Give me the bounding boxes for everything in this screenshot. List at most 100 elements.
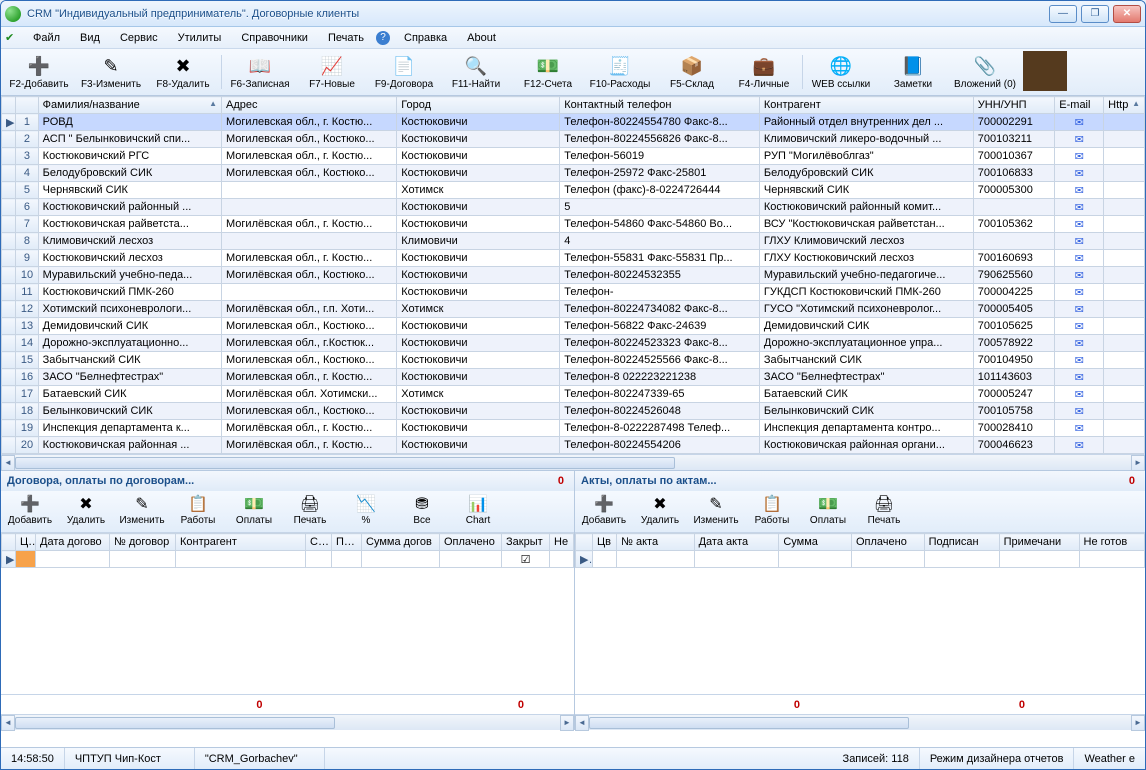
email-icon[interactable]: ✉ [1055, 386, 1104, 403]
panel-col[interactable]: Цв [592, 534, 616, 551]
toolbar-вложений (0)[interactable]: 📎Вложений (0) [949, 51, 1021, 93]
email-icon[interactable]: ✉ [1055, 165, 1104, 182]
panel-btn-Добавить[interactable]: ➕Добавить [2, 492, 58, 531]
grid-row[interactable]: 14Дорожно-эксплуатационно...Могилевская … [2, 335, 1145, 352]
grid-row[interactable]: 13Демидовичский СИКМогилевская обл., Кос… [2, 318, 1145, 335]
col-header[interactable]: Город [397, 97, 560, 114]
panel-col[interactable]: С... [306, 534, 332, 551]
toolbar-f9-договора[interactable]: 📄F9-Договора [368, 51, 440, 93]
panel-col[interactable]: Оплачено [851, 534, 924, 551]
panel-col[interactable]: № акта [617, 534, 694, 551]
email-icon[interactable]: ✉ [1055, 131, 1104, 148]
contracts-hscroll[interactable]: ◄► [1, 714, 574, 730]
menu-help[interactable]: Справка [396, 30, 455, 46]
grid-row[interactable]: 18Белынковичский СИКМогилевская обл., Ко… [2, 403, 1145, 420]
grid-row[interactable]: 5Чернявский СИКХотимскТелефон (факс)-8-0… [2, 182, 1145, 199]
grid-row[interactable]: 11Костюковичский ПМК-260КостюковичиТелеф… [2, 284, 1145, 301]
email-icon[interactable]: ✉ [1055, 114, 1104, 131]
close-button[interactable]: ✕ [1113, 5, 1141, 23]
col-header[interactable]: Контактный телефон [560, 97, 760, 114]
col-header[interactable]: УНН/УНП [973, 97, 1054, 114]
toolbar-f2-добавить[interactable]: ➕F2-Добавить [3, 51, 75, 93]
panel-btn-Печать[interactable]: 🖨Печать [856, 492, 912, 531]
email-icon[interactable]: ✉ [1055, 437, 1104, 454]
panel-col[interactable]: Не [550, 534, 574, 551]
contracts-grid[interactable]: ЦвДата догово№ договорКонтрагентС...По..… [1, 533, 574, 694]
grid-row[interactable]: 3Костюковичский РГСМогилевская обл., г. … [2, 148, 1145, 165]
grid-row[interactable]: ▶1РОВДМогилевская обл., г. Костю...Костю… [2, 114, 1145, 131]
scroll-right-icon[interactable]: ► [1131, 455, 1145, 471]
panel-col[interactable] [2, 534, 16, 551]
toolbar-f3-изменить[interactable]: ✎F3-Изменить [75, 51, 147, 93]
grid-row[interactable]: 10Муравильский учебно-педа...Могилёвская… [2, 267, 1145, 284]
panel-col[interactable]: Сумма [779, 534, 852, 551]
email-icon[interactable]: ✉ [1055, 369, 1104, 386]
col-header[interactable] [16, 97, 38, 114]
panel-btn-Удалить[interactable]: ✖Удалить [632, 492, 688, 531]
scroll-left-icon[interactable]: ◄ [1, 455, 15, 471]
panel-btn-Изменить[interactable]: ✎Изменить [114, 492, 170, 531]
email-icon[interactable]: ✉ [1055, 267, 1104, 284]
email-icon[interactable]: ✉ [1055, 148, 1104, 165]
panel-btn-Оплаты[interactable]: 💵Оплаты [226, 492, 282, 531]
panel-col[interactable]: Подписан [924, 534, 999, 551]
menu-service[interactable]: Сервис [112, 30, 166, 46]
toolbar-f11-найти[interactable]: 🔍F11-Найти [440, 51, 512, 93]
panel-btn-Оплаты[interactable]: 💵Оплаты [800, 492, 856, 531]
toolbar-web ссылки[interactable]: 🌐WEB ссылки [805, 51, 877, 93]
panel-btn-Работы[interactable]: 📋Работы [170, 492, 226, 531]
toolbar-f7-новые[interactable]: 📈F7-Новые [296, 51, 368, 93]
grid-row[interactable]: 17Батаевский СИКМогилёвская обл. Хотимск… [2, 386, 1145, 403]
toolbar-заметки[interactable]: 📘Заметки [877, 51, 949, 93]
col-header[interactable] [2, 97, 16, 114]
grid-row[interactable]: 6Костюковичский районный ...Костюковичи5… [2, 199, 1145, 216]
email-icon[interactable]: ✉ [1055, 420, 1104, 437]
maximize-button[interactable]: ❐ [1081, 5, 1109, 23]
email-icon[interactable]: ✉ [1055, 335, 1104, 352]
toolbar-f12-счета[interactable]: 💵F12-Счета [512, 51, 584, 93]
panel-col[interactable] [576, 534, 593, 551]
grid-row[interactable]: 2АСП " Белынковичский спи...Могилевская … [2, 131, 1145, 148]
grid-hscroll[interactable]: ◄ ► [1, 454, 1145, 470]
toolbar-f6-записная[interactable]: 📖F6-Записная [224, 51, 296, 93]
grid-row[interactable]: 9Костюковичский лесхозМогилевская обл., … [2, 250, 1145, 267]
grid-row[interactable]: 4Белодубровский СИКМогилевская обл., Кос… [2, 165, 1145, 182]
grid-row[interactable]: 8Климовичский лесхозКлимовичи4ГЛХУ Климо… [2, 233, 1145, 250]
grid-row[interactable]: 12Хотимский психоневрологи...Могилёвская… [2, 301, 1145, 318]
acts-grid[interactable]: Цв№ актаДата актаСуммаОплаченоПодписанПр… [575, 533, 1145, 694]
toolbar-f5-склад[interactable]: 📦F5-Склад [656, 51, 728, 93]
closed-checkbox[interactable]: ☑ [502, 551, 550, 568]
menu-print[interactable]: Печать [320, 30, 372, 46]
email-icon[interactable]: ✉ [1055, 216, 1104, 233]
col-header[interactable]: Контрагент [759, 97, 973, 114]
col-header[interactable]: Фамилия/название▲ [38, 97, 221, 114]
panel-btn-Chart[interactable]: 📊Chart [450, 492, 506, 531]
panel-col[interactable]: Закрыт [502, 534, 550, 551]
save-icon[interactable]: ✔ [5, 31, 19, 45]
panel-btn-Работы[interactable]: 📋Работы [744, 492, 800, 531]
grid-row[interactable]: 20Костюковичская районная ...Могилёвская… [2, 437, 1145, 454]
toolbar-f4-личные[interactable]: 💼F4-Личные [728, 51, 800, 93]
toolbar-f10-расходы[interactable]: 🧾F10-Расходы [584, 51, 656, 93]
minimize-button[interactable]: — [1049, 5, 1077, 23]
panel-col[interactable]: № договор [110, 534, 176, 551]
col-header[interactable]: Адрес [222, 97, 397, 114]
panel-col[interactable]: Оплачено [440, 534, 502, 551]
toolbar-f8-удалить[interactable]: ✖F8-Удалить [147, 51, 219, 93]
col-header[interactable]: E-mail [1055, 97, 1104, 114]
grid-row[interactable]: 19Инспекция департамента к...Могилёвская… [2, 420, 1145, 437]
email-icon[interactable]: ✉ [1055, 318, 1104, 335]
panel-btn-Изменить[interactable]: ✎Изменить [688, 492, 744, 531]
panel-col[interactable]: Не готов [1079, 534, 1144, 551]
panel-btn-Печать[interactable]: 🖨Печать [282, 492, 338, 531]
menu-about[interactable]: About [459, 30, 504, 46]
panel-btn-Удалить[interactable]: ✖Удалить [58, 492, 114, 531]
panel-col[interactable]: Дата догово [36, 534, 110, 551]
panel-col[interactable]: Дата акта [694, 534, 779, 551]
panel-col[interactable]: Контрагент [176, 534, 306, 551]
panel-col[interactable]: Сумма догов [362, 534, 440, 551]
clients-grid[interactable]: Фамилия/название▲АдресГородКонтактный те… [1, 96, 1145, 454]
menu-utils[interactable]: Утилиты [170, 30, 230, 46]
panel-btn-Добавить[interactable]: ➕Добавить [576, 492, 632, 531]
email-icon[interactable]: ✉ [1055, 403, 1104, 420]
